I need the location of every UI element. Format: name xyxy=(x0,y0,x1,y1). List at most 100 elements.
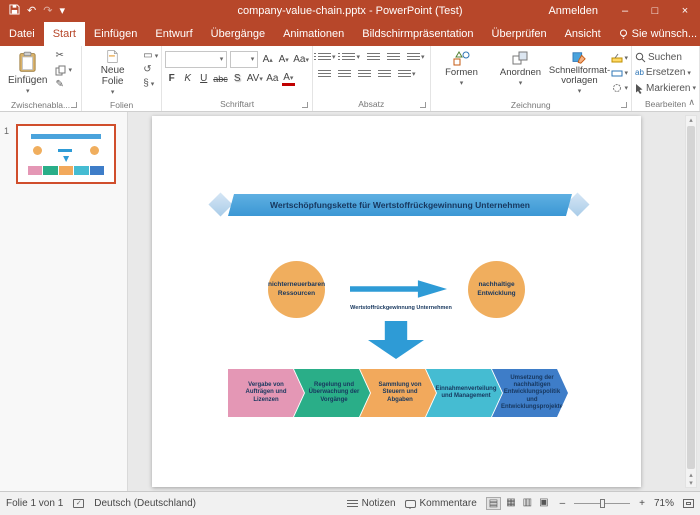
new-slide-button[interactable]: Neue Folie ▾ xyxy=(85,48,140,98)
tab-tellme[interactable]: Sie wünsch... xyxy=(610,22,700,46)
chevron-step-3[interactable]: Sammlung von Steuern und Abgaben xyxy=(360,369,436,417)
minimize-button[interactable]: – xyxy=(610,0,640,22)
tab-bildschirmpraesentation[interactable]: Bildschirmpräsentation xyxy=(353,22,482,46)
maximize-button[interactable]: □ xyxy=(640,0,670,22)
fit-to-window-icon[interactable] xyxy=(683,499,694,508)
next-slide-icon[interactable]: ▾ xyxy=(689,479,693,487)
normal-view-button[interactable]: ▤ xyxy=(486,497,501,510)
text-shadow-button[interactable]: S xyxy=(231,72,244,86)
zoom-slider[interactable] xyxy=(574,503,630,504)
layout-button[interactable]: ▭▾ xyxy=(143,51,158,61)
numbering-button[interactable]: ▾ xyxy=(340,51,362,64)
down-arrow-shape[interactable] xyxy=(368,321,424,359)
tab-ansicht[interactable]: Ansicht xyxy=(556,22,610,46)
select-button[interactable]: Markieren ▾ xyxy=(635,83,696,94)
underline-button[interactable]: U xyxy=(197,72,210,86)
slideshow-view-button[interactable]: ▣ xyxy=(537,497,550,510)
notes-button[interactable]: Notizen xyxy=(347,498,396,509)
format-painter-button[interactable]: ✎ xyxy=(55,80,72,90)
align-right-button[interactable] xyxy=(356,68,373,81)
cut-button[interactable]: ✂ xyxy=(55,51,72,61)
slide-sorter-view-button[interactable]: ▦ xyxy=(504,497,517,510)
italic-button[interactable]: K xyxy=(181,72,194,86)
paragraph-dialog-launcher-icon[interactable] xyxy=(420,102,426,108)
right-arrow-shape[interactable] xyxy=(350,279,447,299)
character-spacing-button[interactable]: AV▾ xyxy=(247,72,263,86)
font-color-button[interactable]: A▾ xyxy=(282,72,295,86)
scrollbar-thumb[interactable] xyxy=(687,126,695,469)
bold-button[interactable]: F xyxy=(165,72,178,86)
section-button[interactable]: §▾ xyxy=(143,79,158,89)
reading-view-button[interactable]: ▥ xyxy=(521,497,534,510)
right-circle-shape[interactable]: nachhaltige Entwicklung xyxy=(468,261,525,318)
zoom-out-button[interactable]: – xyxy=(560,498,566,509)
slide-title-banner[interactable]: Wertschöpfungskette für Wertstoffrückgew… xyxy=(228,194,572,216)
copy-button[interactable]: ▾ xyxy=(55,65,72,76)
justify-icon xyxy=(378,70,391,79)
change-case-button[interactable]: Aa▾ xyxy=(293,53,309,67)
grow-font-button[interactable]: A▴ xyxy=(261,53,274,67)
arrange-button[interactable]: Anordnen ▾ xyxy=(493,48,549,98)
slide[interactable]: Wertschöpfungskette für Wertstoffrückgew… xyxy=(152,116,641,487)
chevron-step-1[interactable]: Vergabe von Aufträgen und Lizenzen xyxy=(228,369,304,417)
zoom-percent[interactable]: 71% xyxy=(654,498,674,509)
tab-entwurf[interactable]: Entwurf xyxy=(146,22,201,46)
columns-button[interactable]: ▾ xyxy=(396,68,418,81)
tab-ueberpruefen[interactable]: Überprüfen xyxy=(483,22,556,46)
language-button[interactable]: Deutsch (Deutschland) xyxy=(94,498,196,509)
align-center-button[interactable] xyxy=(336,68,353,81)
qat-customize-caret-icon[interactable]: ▾ xyxy=(59,6,65,17)
left-circle-shape[interactable]: nichterneuerbaren Ressourcen xyxy=(268,261,325,318)
shrink-font-button[interactable]: A▾ xyxy=(277,53,290,67)
comments-button[interactable]: Kommentare xyxy=(405,498,477,509)
font-dialog-launcher-icon[interactable] xyxy=(302,102,308,108)
increase-indent-button[interactable] xyxy=(385,51,402,64)
previous-slide-icon[interactable]: ▴ xyxy=(689,471,693,479)
quick-styles-button[interactable]: Schnellformat-vorlagen ▾ xyxy=(552,48,608,98)
drawing-dialog-launcher-icon[interactable] xyxy=(621,102,627,108)
zoom-slider-handle[interactable] xyxy=(600,499,605,508)
shape-outline-button[interactable]: ▾ xyxy=(611,68,629,78)
line-spacing-button[interactable]: ▾ xyxy=(405,51,427,64)
scroll-up-icon[interactable]: ▴ xyxy=(689,116,693,124)
slide-indicator[interactable]: Folie 1 von 1 xyxy=(6,498,63,509)
shapes-caret-icon: ▾ xyxy=(460,80,464,87)
tab-uebergaenge[interactable]: Übergänge xyxy=(202,22,274,46)
font-name-select[interactable]: ▾ xyxy=(165,51,227,68)
chevron-step-4[interactable]: Einnahmenverteilung und Management xyxy=(426,369,502,417)
tab-einfuegen[interactable]: Einfügen xyxy=(85,22,146,46)
align-left-button[interactable] xyxy=(316,68,333,81)
reset-button[interactable]: ↺ xyxy=(143,65,158,75)
tab-animationen[interactable]: Animationen xyxy=(274,22,353,46)
redo-icon[interactable]: ↷ xyxy=(43,6,52,17)
strikethrough-button[interactable]: abc xyxy=(213,72,228,86)
shapes-button[interactable]: Formen ▾ xyxy=(434,48,490,98)
shape-fill-icon xyxy=(611,53,623,63)
spellcheck-button[interactable]: ✓ xyxy=(73,499,84,508)
slide-thumbnail[interactable] xyxy=(16,124,116,184)
undo-icon[interactable]: ↶ xyxy=(27,6,36,17)
zoom-in-button[interactable]: + xyxy=(639,498,645,509)
decrease-indent-button[interactable] xyxy=(365,51,382,64)
tab-datei[interactable]: Datei xyxy=(0,22,44,46)
chevron-step-5[interactable]: Umsetzung der nachhaltigen Entwicklungsp… xyxy=(492,369,568,417)
sign-in-button[interactable]: Anmelden xyxy=(536,5,610,17)
close-button[interactable]: × xyxy=(670,0,700,22)
chevron-step-2[interactable]: Regelung und Überwachung der Vorgänge xyxy=(294,369,370,417)
replace-button[interactable]: ab Ersetzen ▾ xyxy=(635,68,696,78)
tab-start[interactable]: Start xyxy=(44,22,85,46)
layout-icon: ▭ xyxy=(143,51,152,61)
vertical-scrollbar[interactable]: ▴ ▴ ▾ xyxy=(685,115,697,488)
save-icon[interactable] xyxy=(9,4,20,18)
paste-button[interactable]: Einfügen ▾ xyxy=(3,48,52,98)
case-button[interactable]: Aa xyxy=(266,72,279,86)
clipboard-dialog-launcher-icon[interactable] xyxy=(71,102,77,108)
shape-effects-button[interactable]: ▾ xyxy=(611,83,629,93)
find-button[interactable]: Suchen xyxy=(635,52,696,63)
arrow-caption[interactable]: Wertstoffrückgewinnung Unternehmen xyxy=(331,305,471,312)
font-size-select[interactable]: ▾ xyxy=(230,51,258,68)
collapse-ribbon-icon[interactable]: ∧ xyxy=(688,97,695,108)
bullets-button[interactable]: ▾ xyxy=(316,51,338,64)
shape-fill-button[interactable]: ▾ xyxy=(611,53,629,63)
justify-button[interactable] xyxy=(376,68,393,81)
